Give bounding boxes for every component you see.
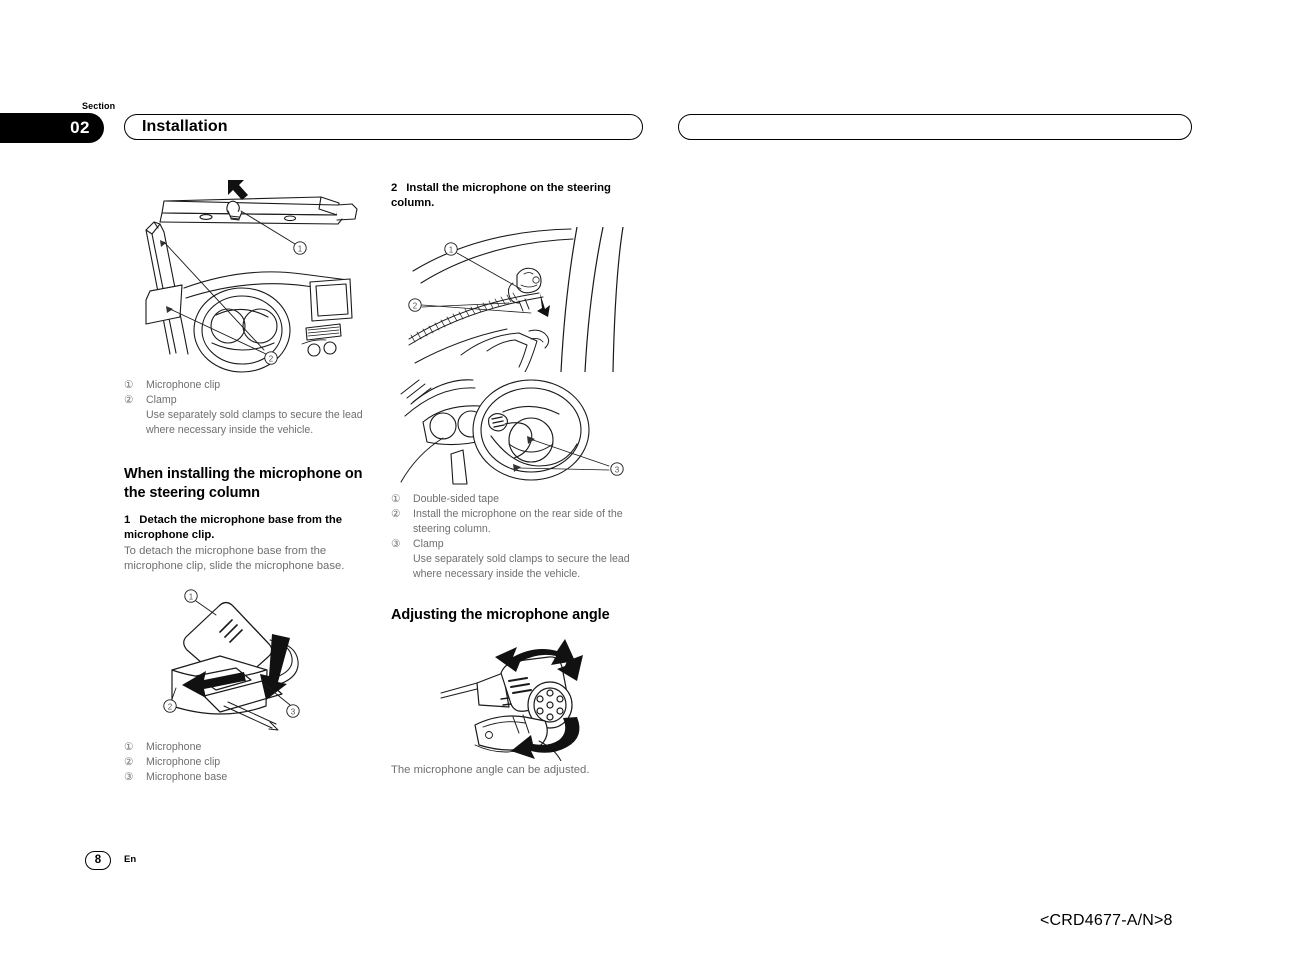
figure-caption-angle: The microphone angle can be adjusted. xyxy=(391,763,590,776)
step-2-number: 2 xyxy=(391,182,398,194)
legend-text: Microphone clip xyxy=(146,379,221,391)
middle-column: 2 Install the microphone on the steering … xyxy=(391,178,644,778)
step-1-number: 1 xyxy=(124,514,131,526)
step-1: 1 Detach the microphone base from the mic… xyxy=(124,513,377,543)
step-1-body: To detach the microphone base from the m… xyxy=(124,545,345,572)
legend-list-1: ① Microphone clip ② Clamp Use separately… xyxy=(124,378,377,438)
step-1-text: Detach the microphone base from the micr… xyxy=(124,514,343,541)
callout-1-label: 1 xyxy=(298,245,303,254)
legend-marker: ② xyxy=(124,394,134,406)
legend-item: ③ Microphone base xyxy=(124,770,377,785)
legend-marker: ① xyxy=(124,741,134,753)
legend-marker: ③ xyxy=(124,771,134,783)
legend-list-3: ① Double-sided tape ② Install the microp… xyxy=(391,492,644,582)
legend-marker: ② xyxy=(391,508,401,520)
callout-2-label: 2 xyxy=(413,302,418,311)
legend-text: Clamp xyxy=(146,394,177,406)
legend-marker: ① xyxy=(391,493,401,505)
legend-list-2: ① Microphone ② Microphone clip ③ Microph… xyxy=(124,740,377,785)
legend-item: ② Install the microphone on the rear sid… xyxy=(391,507,644,537)
legend-text: Clamp xyxy=(413,538,444,550)
left-column: 1 2 ① Microphone clip ② Clamp Use separa… xyxy=(124,178,377,785)
legend-marker: ② xyxy=(124,756,134,768)
document-code: <CRD4677-A/N>8 xyxy=(1040,912,1173,929)
steering-column-upper-figure: 1 2 xyxy=(391,227,644,372)
callout-2-label: 2 xyxy=(269,355,274,364)
legend-subtext: Use separately sold clamps to secure the… xyxy=(413,553,630,580)
footer-language: En xyxy=(124,854,137,865)
callout-1-label: 1 xyxy=(449,246,454,255)
microphone-base-detach-figure: 1 2 3 xyxy=(124,584,377,734)
legend-item: ① Microphone xyxy=(124,740,377,755)
legend-item: ③ Clamp Use separately sold clamps to se… xyxy=(391,537,644,582)
step-2-text: Install the microphone on the steering c… xyxy=(391,182,611,209)
section-number-badge: 02 xyxy=(0,113,104,143)
legend-text: Microphone xyxy=(146,741,202,753)
microphone-angle-adjust-figure xyxy=(391,629,644,761)
callout-2-label: 2 xyxy=(168,703,173,712)
steering-wheel-clamp-figure: 3 xyxy=(391,374,644,486)
legend-subtext: Use separately sold clamps to secure the… xyxy=(146,409,363,436)
callout-3-label: 3 xyxy=(291,708,296,717)
legend-text: Double-sided tape xyxy=(413,493,499,505)
heading-when-installing: When installing the microphone on the st… xyxy=(124,466,363,501)
legend-marker: ① xyxy=(124,379,134,391)
legend-marker: ③ xyxy=(391,538,401,550)
page-number-badge: 8 xyxy=(85,851,111,870)
step-2: 2 Install the microphone on the steering … xyxy=(391,181,644,211)
section-label: Section xyxy=(82,101,116,111)
windshield-visor-microphone-clip-figure: 1 2 xyxy=(124,178,377,374)
legend-item: ② Microphone clip xyxy=(124,755,377,770)
page-title: Installation xyxy=(142,118,228,135)
legend-text: Microphone base xyxy=(146,771,228,783)
callout-3-label: 3 xyxy=(615,466,620,475)
callout-1-label: 1 xyxy=(189,593,194,602)
header-bar-right xyxy=(678,114,1192,140)
legend-item: ① Microphone clip xyxy=(124,378,377,393)
legend-text: Install the microphone on the rear side … xyxy=(413,508,623,535)
heading-adjusting-angle: Adjusting the microphone angle xyxy=(391,607,610,623)
legend-item: ① Double-sided tape xyxy=(391,492,644,507)
legend-item: ② Clamp Use separately sold clamps to se… xyxy=(124,393,377,438)
legend-text: Microphone clip xyxy=(146,756,221,768)
